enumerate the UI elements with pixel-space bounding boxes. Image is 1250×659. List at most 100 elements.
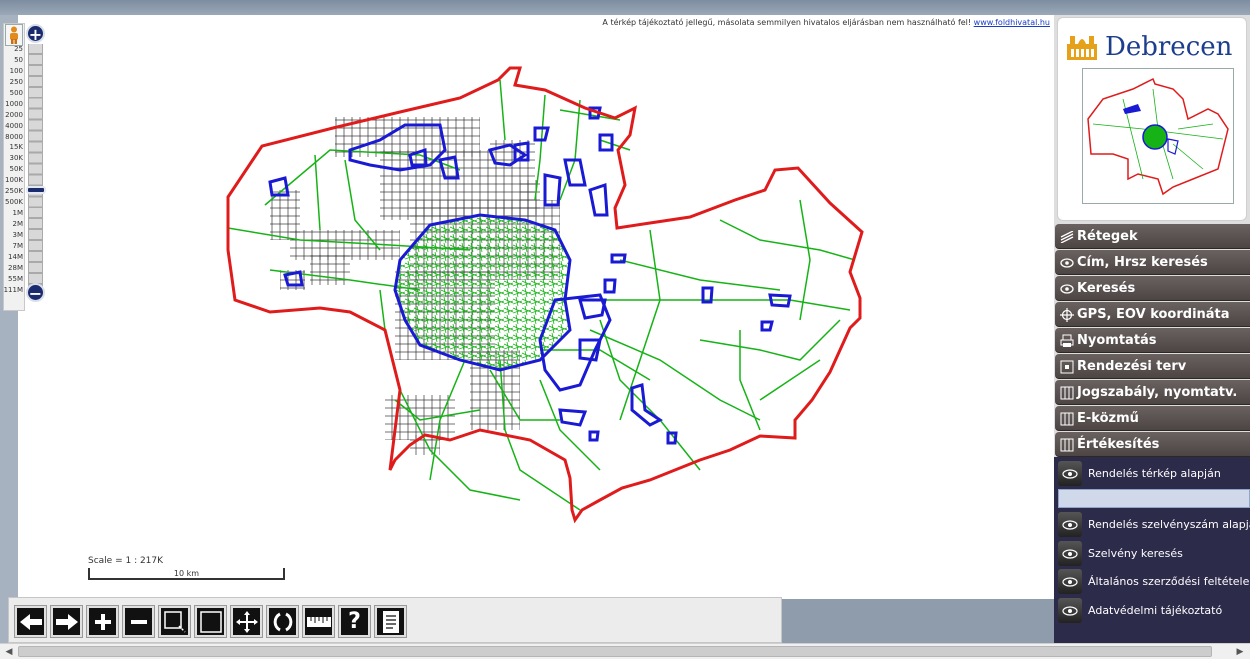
info-button[interactable] (374, 605, 407, 638)
help-button[interactable]: ? (338, 605, 371, 638)
scroll-right-icon[interactable]: ▶ (1234, 646, 1246, 658)
foldhivatal-link[interactable]: www.foldhivatal.hu (974, 18, 1050, 27)
zoom-level-label[interactable]: 250K (3, 186, 24, 197)
logo-box: Debrecen (1057, 17, 1247, 221)
zoom-level-labels: 25 50 100 250 500 1000 2000 4000 8000 15… (3, 44, 24, 296)
zoom-level-label[interactable]: 3M (3, 230, 24, 241)
ruler-icon (306, 616, 331, 627)
crosshair-icon (1059, 302, 1075, 326)
menu-label: Rétegek (1077, 229, 1138, 244)
arrow-right-icon (55, 613, 78, 630)
submenu-szelveny-kereses[interactable]: Szelvény keresés (1058, 541, 1250, 566)
submenu-label: Rendelés térkép alapján (1088, 467, 1221, 480)
zoom-level-label[interactable]: 500 (3, 88, 24, 99)
zoom-level-label[interactable]: 1M (3, 208, 24, 219)
submenu-rendeles-szelvenyszam[interactable]: Rendelés szelvényszám alapján (1058, 512, 1250, 537)
menu-retegek[interactable]: Rétegek (1055, 224, 1250, 249)
eye-icon (1058, 461, 1082, 486)
scale-indicator: Scale = 1 : 217K 10 km (88, 556, 288, 586)
book-icon (1059, 406, 1075, 430)
zoom-level-label[interactable]: 111M (3, 285, 24, 296)
menu-nyomtatas[interactable]: Nyomtatás (1055, 328, 1250, 353)
menu-label: Jogszabály, nyomtatv. (1077, 385, 1238, 400)
book-icon (1059, 432, 1075, 456)
zoom-out-control[interactable]: − (26, 283, 45, 303)
zoom-level-label[interactable]: 55M (3, 274, 24, 285)
menu-label: E-közmű (1077, 411, 1139, 426)
zoom-level-label[interactable]: 25 (3, 44, 24, 55)
menu-ertekesites[interactable]: Értékesítés (1055, 432, 1250, 457)
square-icon (199, 610, 222, 633)
map-canvas[interactable]: A térkép tájékoztató jellegű, másolata s… (18, 15, 1054, 599)
zoom-track[interactable] (28, 44, 43, 287)
zoom-level-label[interactable]: 1000 (3, 99, 24, 110)
zoom-level-label[interactable]: 250 (3, 77, 24, 88)
document-icon (382, 610, 399, 633)
menu-label: Keresés (1077, 281, 1136, 296)
move-icon (235, 610, 258, 633)
zoom-in-control[interactable]: + (26, 24, 45, 44)
zoom-in-button[interactable] (86, 605, 119, 638)
printer-icon (1059, 328, 1075, 352)
map-order-input[interactable] (1058, 489, 1250, 508)
pan-right-button[interactable] (50, 605, 83, 638)
zoom-slider-handle[interactable] (26, 186, 46, 194)
top-bar (0, 0, 1250, 15)
pan-button[interactable] (230, 605, 263, 638)
submenu-label: Adatvédelmi tájékoztató (1088, 604, 1223, 617)
menu-gps-eov[interactable]: GPS, EOV koordináta (1055, 302, 1250, 327)
menu-cim-hrsz-kereses[interactable]: Cím, Hrsz keresés (1055, 250, 1250, 275)
zoom-level-label[interactable]: 28M (3, 263, 24, 274)
zoom-level-label[interactable]: 50 (3, 55, 24, 66)
menu-rendezesi-terv[interactable]: Rendezési terv (1055, 354, 1250, 379)
zoom-level-label[interactable]: 100 (3, 66, 24, 77)
scale-text: Scale = 1 : 217K (88, 556, 164, 566)
zoom-level-label[interactable]: 50K (3, 164, 24, 175)
zoom-level-label[interactable]: 8000 (3, 132, 24, 143)
zoom-box-icon (163, 610, 186, 633)
scale-bar-label: 10 km (173, 569, 200, 578)
submenu-label: Szelvény keresés (1088, 547, 1183, 560)
horizontal-scrollbar[interactable]: ◀ ▶ (0, 643, 1250, 659)
zoom-level-label[interactable]: 14M (3, 252, 24, 263)
measure-button[interactable] (302, 605, 335, 638)
zoom-level-label[interactable]: 15K (3, 142, 24, 153)
layers-icon (1059, 224, 1075, 248)
zoom-level-label[interactable]: 30K (3, 153, 24, 164)
submenu-label: Általános szerződési feltételek (1088, 575, 1250, 588)
urban-core (393, 213, 572, 372)
map-drawing (226, 66, 864, 524)
menu-jogszabaly[interactable]: Jogszabály, nyomtatv. (1055, 380, 1250, 405)
eye-icon (1058, 569, 1082, 594)
zoom-level-label[interactable]: 7M (3, 241, 24, 252)
zoom-level-label[interactable]: 500K (3, 197, 24, 208)
zoom-level-label[interactable]: 2M (3, 219, 24, 230)
submenu-aszf[interactable]: Általános szerződési feltételek (1058, 569, 1250, 594)
menu-e-kozmu[interactable]: E-közmű (1055, 406, 1250, 431)
submenu-rendeles-terkep[interactable]: Rendelés térkép alapján (1058, 461, 1250, 486)
full-extent-button[interactable] (194, 605, 227, 638)
disclaimer: A térkép tájékoztató jellegű, másolata s… (602, 18, 1050, 27)
menu-kereses[interactable]: Keresés (1055, 276, 1250, 301)
eye-icon (1058, 541, 1082, 566)
scrollbar-thumb[interactable] (18, 646, 1212, 657)
overview-drawing (1087, 77, 1229, 196)
zoom-box-button[interactable] (158, 605, 191, 638)
zoom-level-label[interactable]: 4000 (3, 121, 24, 132)
question-icon: ? (348, 609, 361, 634)
menu-label: Rendezési terv (1077, 359, 1187, 374)
scroll-left-icon[interactable]: ◀ (3, 646, 15, 658)
pan-left-button[interactable] (14, 605, 47, 638)
zoom-level-label[interactable]: 2000 (3, 110, 24, 121)
book-icon (1059, 380, 1075, 404)
submenu-adatvedelem[interactable]: Adatvédelmi tájékoztató (1058, 598, 1250, 623)
plus-icon (94, 613, 111, 630)
street-view-person-icon[interactable] (5, 24, 23, 46)
refresh-button[interactable] (266, 605, 299, 638)
overview-map[interactable] (1082, 68, 1234, 204)
menu-label: Nyomtatás (1077, 333, 1157, 348)
zoom-out-button[interactable] (122, 605, 155, 638)
city-emblem-icon (1067, 36, 1097, 60)
zoom-bar[interactable]: 25 50 100 250 500 1000 2000 4000 8000 15… (3, 23, 46, 311)
zoom-level-label[interactable]: 100K (3, 175, 24, 186)
